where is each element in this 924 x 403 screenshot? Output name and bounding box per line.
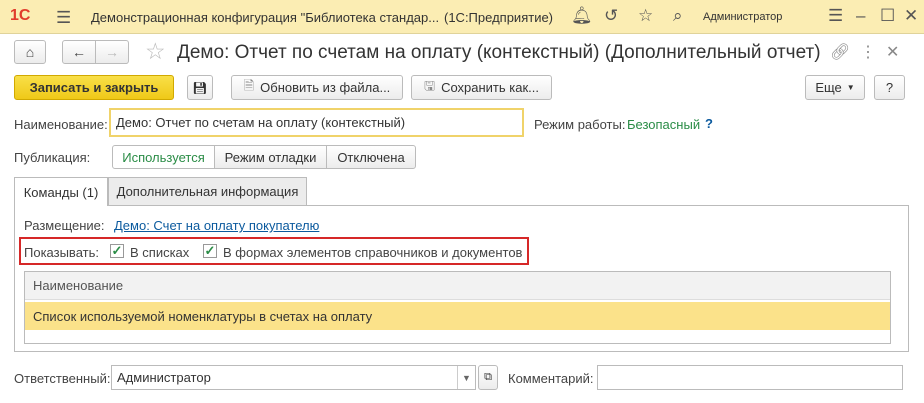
checkmark-icon: ✓ [204, 243, 216, 258]
name-input[interactable]: Демо: Отчет по счетам на оплату (контекс… [109, 108, 524, 137]
more-label: Еще [815, 80, 842, 95]
tab-additional-info[interactable]: Дополнительная информация [108, 177, 307, 205]
minimize-icon[interactable]: – [856, 6, 865, 26]
settings-menu-icon[interactable]: ☰ [828, 6, 843, 26]
platform-name: (1С:Предприятие) [444, 10, 554, 25]
page-title: Демо: Отчет по счетам на оплату (контекс… [177, 42, 821, 63]
save-button[interactable]: 💾︎ [187, 75, 213, 100]
help-button[interactable]: ? [874, 75, 905, 100]
window-title: Демонстрационная конфигурация "Библиотек… [91, 10, 440, 25]
close-icon[interactable]: ✕ [904, 6, 918, 26]
save-as-icon: 🖫︎ [423, 77, 436, 93]
favorites-star-icon[interactable]: ☆ [638, 6, 653, 26]
comment-input[interactable] [597, 365, 903, 390]
open-responsible-button[interactable]: ⧉ [478, 365, 498, 390]
home-button[interactable]: ⌂ [14, 40, 46, 64]
tab-commands[interactable]: Команды (1) [14, 177, 108, 206]
placement-label: Размещение: [24, 218, 105, 233]
mode-value[interactable]: Безопасный [627, 117, 700, 132]
checkmark-icon: ✓ [111, 243, 123, 258]
open-icon: ⧉ [484, 371, 492, 383]
commands-table[interactable]: Наименование Список используемой номенкл… [24, 271, 891, 344]
in-forms-checkbox[interactable]: ✓ [203, 244, 217, 258]
maximize-icon[interactable]: ☐ [880, 6, 895, 26]
favorite-star-icon[interactable]: ☆ [145, 38, 166, 65]
more-actions-icon[interactable]: ⋮ [860, 42, 876, 62]
search-icon[interactable]: ⌕ [673, 6, 683, 26]
mode-help-icon[interactable]: ? [705, 116, 713, 131]
title-bar: 1С ☰ Демонстрационная конфигурация "Библ… [0, 0, 924, 34]
bell-icon[interactable]: 🔔︎ [571, 6, 593, 26]
history-icon[interactable]: ↺ [604, 6, 618, 26]
more-menu-button[interactable]: Еще ▼ [805, 75, 865, 100]
in-lists-label[interactable]: В списках [130, 245, 189, 260]
link-icon[interactable]: 🔗︎ [830, 42, 850, 62]
publication-label: Публикация: [14, 150, 91, 165]
in-forms-label[interactable]: В формах элементов справочников и докуме… [223, 245, 522, 260]
update-from-file-button[interactable]: 🗎︎ Обновить из файла... [231, 75, 403, 100]
forward-button[interactable]: → [95, 40, 129, 64]
mode-label: Режим работы: [534, 117, 626, 132]
show-label: Показывать: [24, 245, 99, 260]
save-as-label: Сохранить как... [441, 80, 540, 95]
placement-link[interactable]: Демо: Счет на оплату покупателю [114, 218, 319, 233]
name-label: Наименование: [14, 117, 108, 132]
publication-option-used[interactable]: Используется [112, 145, 215, 169]
update-from-file-label: Обновить из файла... [260, 80, 391, 95]
arrow-right-icon: → [105, 44, 119, 60]
responsible-input[interactable]: Администратор [111, 365, 476, 390]
floppy-disk-icon: 💾︎ [192, 80, 208, 95]
comment-label: Комментарий: [508, 371, 594, 386]
table-row[interactable]: Список используемой номенклатуры в счета… [25, 302, 890, 330]
app-logo[interactable]: 1С [10, 7, 30, 25]
column-header-name[interactable]: Наименование [25, 272, 890, 300]
close-form-icon[interactable]: ✕ [886, 42, 899, 62]
back-button[interactable]: ← [62, 40, 96, 64]
user-name[interactable]: Администратор [703, 11, 782, 23]
save-and-close-button[interactable]: Записать и закрыть [14, 75, 174, 100]
save-as-button[interactable]: 🖫︎ Сохранить как... [411, 75, 552, 100]
in-lists-checkbox[interactable]: ✓ [110, 244, 124, 258]
responsible-dropdown-icon[interactable]: ▼ [457, 366, 475, 389]
home-icon: ⌂ [25, 44, 35, 60]
publication-option-disabled[interactable]: Отключена [326, 145, 416, 169]
responsible-label: Ответственный: [14, 371, 111, 386]
main-menu-icon[interactable]: ☰ [56, 8, 71, 28]
dropdown-arrow-icon: ▼ [846, 83, 855, 92]
arrow-left-icon: ← [72, 44, 86, 60]
file-update-icon: 🗎︎ [243, 77, 255, 93]
publication-option-debug[interactable]: Режим отладки [214, 145, 327, 169]
